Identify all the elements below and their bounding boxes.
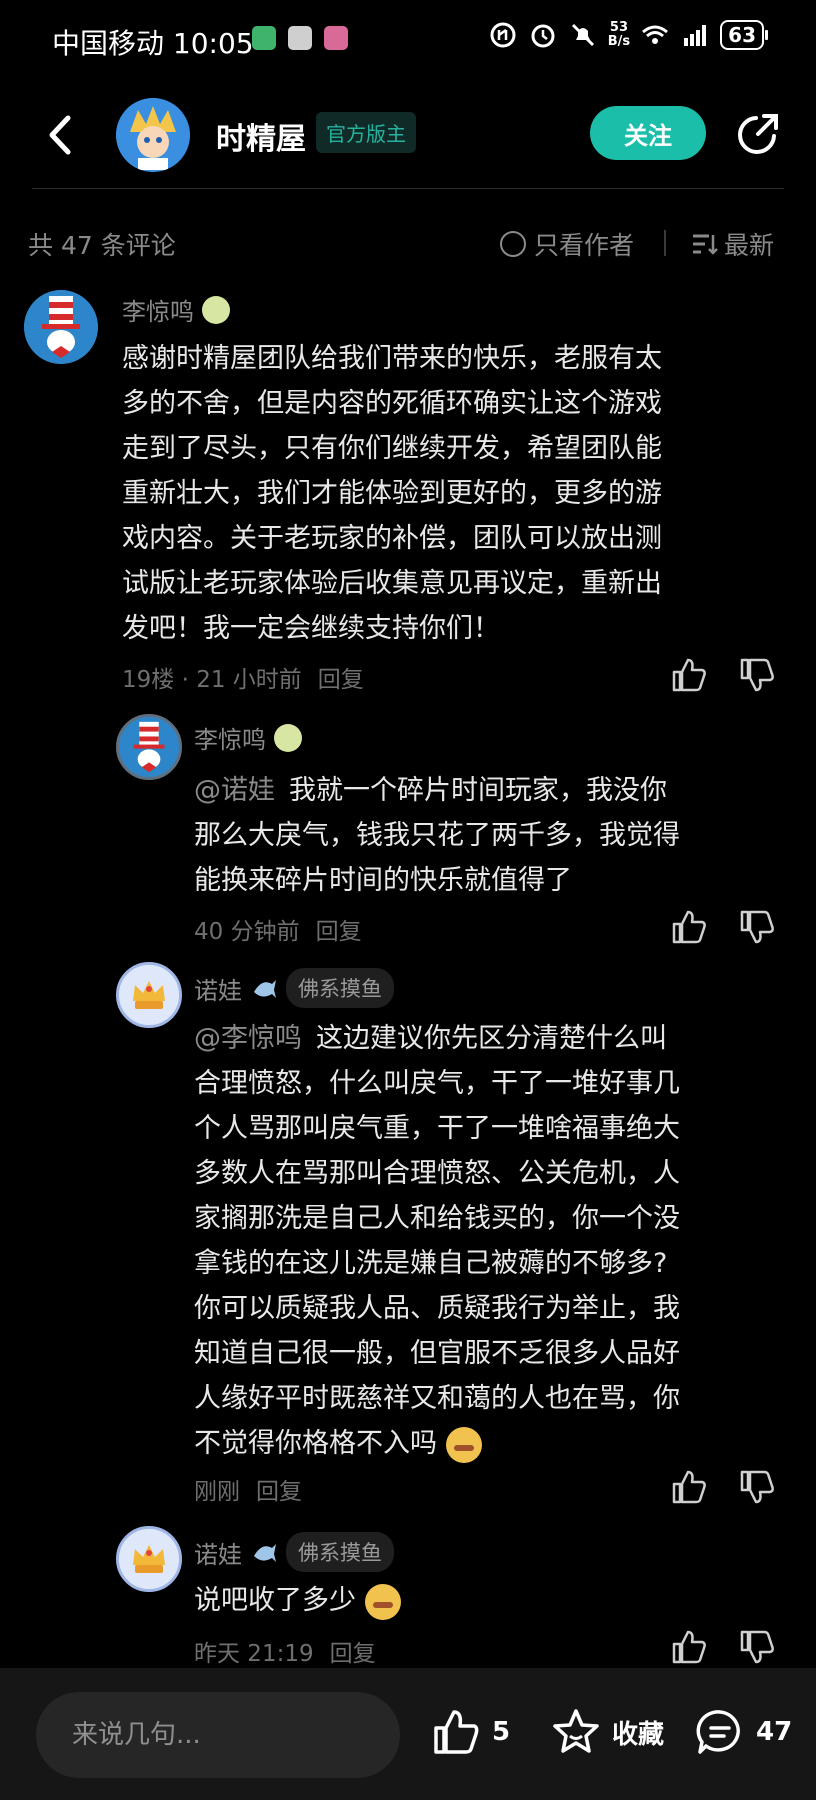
user-badge-icon — [274, 723, 302, 752]
avatar[interactable] — [24, 290, 98, 364]
comment-username[interactable]: 李惊鸣 — [122, 292, 230, 327]
comment-body: 感谢时精屋团队给我们带来的快乐，老服有太 多的不舍，但是内容的死循环确实让这个游… — [122, 343, 662, 644]
qq-notification-icon — [288, 26, 312, 50]
radio-icon — [500, 231, 526, 257]
reply-meta: 刚刚 回复 — [194, 1479, 302, 1505]
emoji-sticker-icon — [364, 1583, 401, 1620]
like-button[interactable]: 5 — [430, 1706, 510, 1758]
comment-button[interactable]: 47 — [694, 1706, 792, 1758]
reply-button[interactable]: 回复 — [316, 919, 362, 945]
alarm-icon — [531, 24, 555, 48]
thumb-down-icon[interactable] — [738, 908, 776, 946]
fish-badge-icon — [254, 1544, 276, 1562]
comment-sort-bar: 共 47 条评论 只看作者 最新 — [0, 220, 816, 264]
sort-icon — [693, 234, 718, 255]
reply-body: 说吧收了多少 — [194, 1578, 401, 1623]
official-moderator-badge: 官方版主 — [316, 112, 416, 153]
reply-body: @诺娃 我就一个碎片时间玩家，我没你 那么大戾气，钱我只花了两千多，我觉得 能换来… — [194, 775, 680, 896]
reply-username[interactable]: 诺娃 佛系摸鱼 — [194, 968, 394, 1008]
mention-link[interactable]: @李惊鸣 — [194, 1023, 302, 1054]
divider — [664, 230, 666, 256]
comment-count: 共 47 条评论 — [28, 231, 176, 260]
status-icons: 53 B/s 63 — [488, 20, 768, 50]
user-tag: 佛系摸鱼 — [286, 1532, 394, 1572]
battery-indicator: 63 — [720, 20, 768, 50]
comment-icon — [696, 1710, 740, 1754]
reply-button[interactable]: 回复 — [318, 667, 364, 693]
collect-button[interactable]: 收藏 — [550, 1706, 664, 1758]
user-tag: 佛系摸鱼 — [286, 968, 394, 1008]
nfc-icon — [490, 22, 516, 48]
thumb-down-icon[interactable] — [738, 656, 776, 694]
star-icon — [553, 1709, 599, 1753]
author-avatar[interactable] — [116, 98, 190, 172]
follow-button[interactable]: 关注 — [590, 106, 706, 160]
thumb-up-icon — [434, 1710, 479, 1754]
reply-button[interactable]: 回复 — [256, 1479, 302, 1505]
reply-username[interactable]: 李惊鸣 — [194, 720, 302, 755]
wifi-icon — [642, 25, 669, 44]
thumb-up-icon[interactable] — [670, 1628, 708, 1666]
back-arrow-icon[interactable] — [36, 110, 86, 160]
thumb-up-icon[interactable] — [670, 1468, 708, 1506]
reply-body: @李惊鸣 这边建议你先区分清楚什么叫 合理愤怒，什么叫戾气，干了一堆好事几 个人骂… — [194, 1016, 680, 1466]
wechat-notification-icon — [252, 26, 276, 50]
header-divider — [32, 188, 784, 189]
network-speed: 53 B/s — [607, 20, 631, 49]
signal-4g-icon — [684, 25, 707, 46]
sort-button[interactable]: 最新 — [690, 226, 774, 262]
thumb-up-icon[interactable] — [670, 908, 708, 946]
emoji-sticker-icon — [445, 1426, 482, 1463]
author-only-label: 只看作者 — [534, 231, 635, 260]
mention-link[interactable]: @诺娃 — [194, 775, 275, 806]
carrier-time: 中国移动 10:05 — [52, 27, 254, 60]
reply-button[interactable]: 回复 — [330, 1641, 376, 1667]
avatar[interactable] — [116, 962, 182, 1028]
avatar[interactable] — [116, 1526, 182, 1592]
thumb-down-icon[interactable] — [738, 1628, 776, 1666]
reply-meta: 昨天 21:19 回复 — [194, 1641, 376, 1667]
user-badge-icon — [202, 295, 230, 324]
reply-username[interactable]: 诺娃 佛系摸鱼 — [194, 1532, 394, 1572]
author-name[interactable]: 时精屋 — [216, 114, 306, 158]
thumb-up-icon[interactable] — [670, 656, 708, 694]
header: 时精屋 官方版主 关注 — [0, 90, 816, 190]
like-count: 5 — [492, 1717, 511, 1747]
bottom-action-bar: 来说几句... 5 收藏 47 — [0, 1668, 816, 1800]
reply-meta: 40 分钟前 回复 — [194, 919, 362, 945]
status-bar: 中国移动 10:05 53 B/s 63 — [0, 0, 816, 80]
author-only-toggle[interactable]: 只看作者 — [500, 226, 634, 262]
sort-label: 最新 — [724, 231, 775, 260]
fish-badge-icon — [254, 980, 276, 998]
comment-meta: 19楼 · 21 小时前 回复 — [122, 667, 364, 693]
mute-icon — [571, 23, 594, 47]
share-icon[interactable] — [734, 110, 782, 158]
thumb-down-icon[interactable] — [738, 1468, 776, 1506]
app-notification-icon — [324, 26, 348, 50]
comment-total: 47 — [756, 1717, 793, 1747]
avatar[interactable] — [116, 714, 182, 780]
comment-input[interactable]: 来说几句... — [36, 1692, 400, 1778]
collect-label: 收藏 — [612, 1719, 665, 1750]
